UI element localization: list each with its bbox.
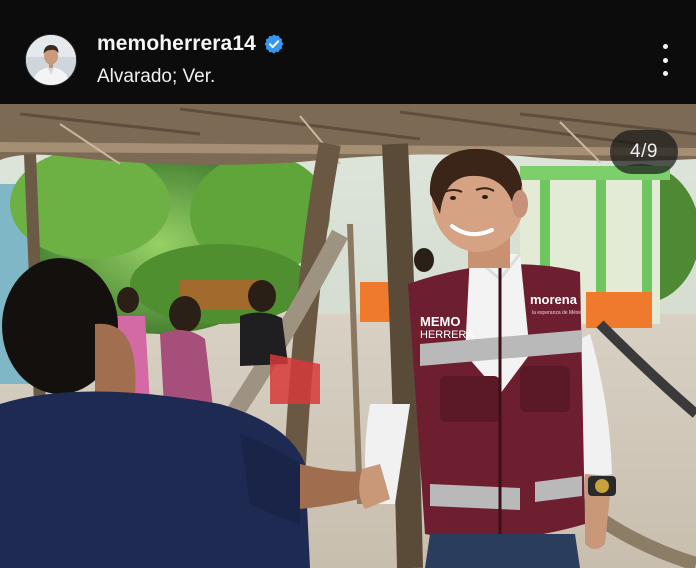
post-location[interactable]: Alvarado; Ver. [97,66,215,88]
verified-badge-icon [263,33,285,55]
menu-dot [662,71,668,76]
post-header: memoherrera14 Alvarado; Ver. [0,0,696,104]
vest-name-line2: HERRERA [420,329,474,341]
username-row: memoherrera14 [97,31,285,57]
username[interactable]: memoherrera14 [97,32,256,56]
menu-dot [662,44,668,49]
photo-scene: MEMO HERRERA morena la esperanza de Méxi… [0,104,696,568]
menu-dot [662,57,668,63]
vest-name-line1: MEMO [420,314,460,329]
avatar-image [26,35,76,85]
vest-brand: morena [530,292,578,307]
instagram-post: memoherrera14 Alvarado; Ver. MEMO HERRER… [0,0,696,568]
more-options-icon[interactable] [654,44,676,76]
vest-slogan: la esperanza de México [532,310,585,316]
carousel-counter: 4/9 [610,130,678,174]
avatar[interactable] [25,34,77,86]
post-photo[interactable]: MEMO HERRERA morena la esperanza de Méxi… [0,104,696,568]
